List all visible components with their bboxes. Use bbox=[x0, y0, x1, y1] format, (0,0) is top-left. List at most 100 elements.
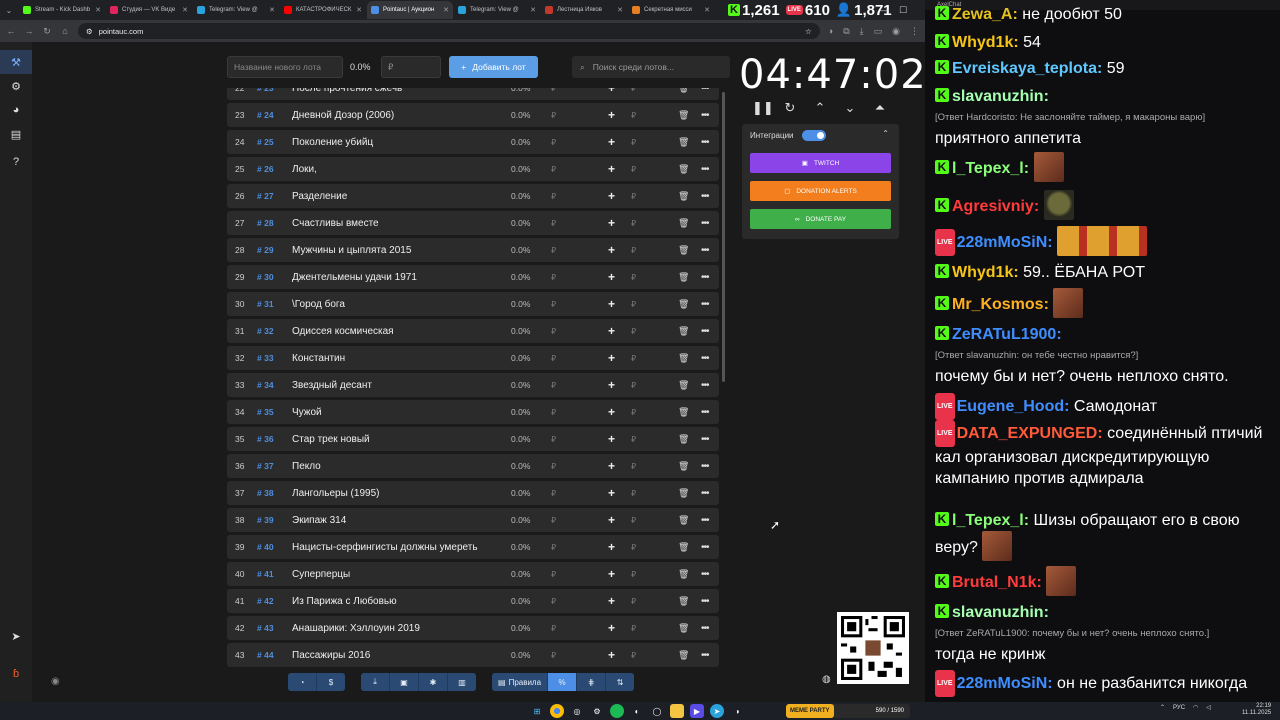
lot-title[interactable]: \Город бога bbox=[292, 299, 502, 310]
lot-title[interactable]: Пассажиры 2016 bbox=[292, 650, 502, 661]
donation-alerts-button[interactable]: ▢ DONATION ALERTS bbox=[750, 181, 891, 201]
lot-amount[interactable]: ₽ bbox=[551, 354, 556, 363]
meme-party-widget[interactable]: MEME PARTY 590 / 1590 bbox=[786, 704, 910, 718]
lot-amount[interactable]: ₽ bbox=[551, 408, 556, 417]
lot-row[interactable]: 22 # 23 После прочтения сжечь 0.0% ₽ + ₽… bbox=[227, 88, 719, 100]
tab-close-icon[interactable]: ✕ bbox=[356, 6, 362, 14]
chat-username[interactable]: Zewa_A bbox=[952, 6, 1012, 23]
lot-row[interactable]: 39 # 40 Нацисты-серфингисты должны умере… bbox=[227, 535, 719, 559]
vpn-icon[interactable]: ◐ bbox=[630, 704, 644, 718]
lot-title[interactable]: После прочтения сжечь bbox=[292, 88, 502, 94]
chat-username[interactable]: 228mMoSiN bbox=[957, 675, 1048, 692]
add-amount-icon[interactable]: + bbox=[608, 594, 615, 608]
new-lot-input[interactable]: Название нового лота bbox=[227, 56, 343, 78]
more-options-icon[interactable]: ••• bbox=[701, 299, 709, 310]
lot-add-amount-input[interactable]: ₽ bbox=[631, 111, 636, 120]
chat-username[interactable]: Mr_Kosmos bbox=[952, 296, 1044, 313]
add-amount-icon[interactable]: + bbox=[608, 486, 615, 500]
more-options-icon[interactable]: ••• bbox=[701, 542, 709, 553]
lot-amount[interactable]: ₽ bbox=[551, 651, 556, 660]
site-info-icon[interactable]: ⚙ bbox=[86, 27, 93, 36]
lot-add-amount-input[interactable]: ₽ bbox=[631, 246, 636, 255]
lot-add-amount-input[interactable]: ₽ bbox=[631, 354, 636, 363]
chat-username[interactable]: DATA_EXPUNGED bbox=[957, 425, 1098, 442]
tab-close-icon[interactable]: ✕ bbox=[95, 6, 101, 14]
more-options-icon[interactable]: ••• bbox=[701, 650, 709, 661]
lot-title[interactable]: Пекло bbox=[292, 461, 502, 472]
add-amount-icon[interactable]: + bbox=[608, 243, 615, 257]
language-indicator[interactable]: РУС bbox=[1173, 705, 1185, 711]
add-amount-icon[interactable]: + bbox=[608, 432, 615, 446]
telegram-taskbar-icon[interactable]: ➤ bbox=[710, 704, 724, 718]
add-amount-icon[interactable]: + bbox=[608, 540, 615, 554]
double-chevron-up-icon[interactable]: ⏶ bbox=[872, 100, 888, 116]
lot-row[interactable]: 27 # 28 Счастливы вместе 0.0% ₽ + ₽ 🗑 ••… bbox=[227, 211, 719, 235]
lot-row[interactable]: 26 # 27 Разделение 0.0% ₽ + ₽ 🗑 ••• bbox=[227, 184, 719, 208]
lot-amount[interactable]: ₽ bbox=[551, 192, 556, 201]
lot-amount[interactable]: ₽ bbox=[551, 597, 556, 606]
trash-icon[interactable]: 🗑 bbox=[678, 596, 689, 607]
trash-icon[interactable]: 🗑 bbox=[678, 407, 689, 418]
spotify-icon[interactable] bbox=[610, 704, 624, 718]
add-amount-icon[interactable]: + bbox=[608, 378, 615, 392]
history-icon[interactable]: ▤ bbox=[0, 122, 32, 146]
lot-amount[interactable]: ₽ bbox=[551, 165, 556, 174]
chat-username[interactable]: slavanuzhin bbox=[952, 604, 1044, 621]
sort-button[interactable]: ⇅ bbox=[606, 673, 635, 691]
trash-icon[interactable]: 🗑 bbox=[678, 434, 689, 445]
windows-start-icon[interactable]: ⊞ bbox=[530, 704, 544, 718]
add-amount-icon[interactable]: + bbox=[608, 459, 615, 473]
chat-username[interactable]: Whyd1k bbox=[952, 34, 1013, 51]
lot-add-amount-input[interactable]: ₽ bbox=[631, 570, 636, 579]
lot-amount[interactable]: ₽ bbox=[551, 381, 556, 390]
tab-close-icon[interactable]: ✕ bbox=[182, 6, 188, 14]
lot-amount[interactable]: ₽ bbox=[551, 88, 556, 93]
reset-icon[interactable]: ↻ bbox=[782, 100, 798, 116]
lot-row[interactable]: 37 # 38 Лангольеры (1995) 0.0% ₽ + ₽ 🗑 •… bbox=[227, 481, 719, 505]
lot-row[interactable]: 28 # 29 Мужчины и цыплята 2015 0.0% ₽ + … bbox=[227, 238, 719, 262]
browser-tab[interactable]: Pointauc | Аукцион ✕ bbox=[367, 1, 453, 19]
chevron-down-icon[interactable]: ⌄ bbox=[842, 100, 858, 116]
trash-icon[interactable]: 🗑 bbox=[678, 218, 689, 229]
lot-add-amount-input[interactable]: ₽ bbox=[631, 516, 636, 525]
add-amount-icon[interactable]: + bbox=[608, 297, 615, 311]
lot-add-amount-input[interactable]: ₽ bbox=[631, 138, 636, 147]
lot-amount[interactable]: ₽ bbox=[551, 516, 556, 525]
tab-close-icon[interactable]: ✕ bbox=[704, 6, 710, 14]
trash-icon[interactable]: 🗑 bbox=[678, 137, 689, 148]
lot-title[interactable]: Джентельмены удачи 1971 bbox=[292, 272, 502, 283]
telegram-icon[interactable]: ➤ bbox=[0, 624, 32, 648]
browser-tab[interactable]: Секретная мисси ✕ bbox=[628, 1, 714, 19]
lot-add-amount-input[interactable]: ₽ bbox=[631, 624, 636, 633]
lot-add-amount-input[interactable]: ₽ bbox=[631, 273, 636, 282]
trash-icon[interactable]: 🗑 bbox=[678, 488, 689, 499]
trash-icon[interactable]: 🗑 bbox=[678, 542, 689, 553]
more-options-icon[interactable]: ••• bbox=[701, 596, 709, 607]
add-amount-icon[interactable]: + bbox=[608, 324, 615, 338]
explorer-icon[interactable] bbox=[670, 704, 684, 718]
volume-icon[interactable]: ◁ bbox=[1206, 704, 1211, 711]
more-options-icon[interactable]: ••• bbox=[701, 434, 709, 445]
integrations-toggle[interactable] bbox=[802, 130, 826, 141]
lot-row[interactable]: 32 # 33 Константин 0.0% ₽ + ₽ 🗑 ••• bbox=[227, 346, 719, 370]
tab-close-icon[interactable]: ✕ bbox=[269, 6, 275, 14]
more-options-icon[interactable]: ••• bbox=[701, 191, 709, 202]
add-amount-icon[interactable]: + bbox=[608, 135, 615, 149]
wheel-icon[interactable]: ◕ bbox=[0, 98, 32, 122]
trash-icon[interactable]: 🗑 bbox=[678, 461, 689, 472]
lot-amount[interactable]: ₽ bbox=[551, 111, 556, 120]
more-options-icon[interactable]: ••• bbox=[701, 88, 709, 94]
lot-row[interactable]: 43 # 44 Пассажиры 2016 0.0% ₽ + ₽ 🗑 ••• bbox=[227, 643, 719, 667]
trash-icon[interactable]: 🗑 bbox=[678, 110, 689, 121]
trash-icon[interactable]: 🗑 bbox=[678, 272, 689, 283]
more-options-icon[interactable]: ••• bbox=[701, 461, 709, 472]
lot-add-amount-input[interactable]: ₽ bbox=[631, 543, 636, 552]
visibility-eye-icon[interactable]: ◉ bbox=[51, 676, 60, 687]
pause-icon[interactable]: ❚❚ bbox=[752, 100, 774, 116]
lot-amount[interactable]: ₽ bbox=[551, 219, 556, 228]
steam-icon[interactable]: ◎ bbox=[570, 704, 584, 718]
lot-title[interactable]: Разделение bbox=[292, 191, 502, 202]
browser-tab[interactable]: Студия — VK Виде ✕ bbox=[106, 1, 192, 19]
more-options-icon[interactable]: ••• bbox=[701, 272, 709, 283]
donate-button[interactable]: $ bbox=[317, 673, 345, 691]
